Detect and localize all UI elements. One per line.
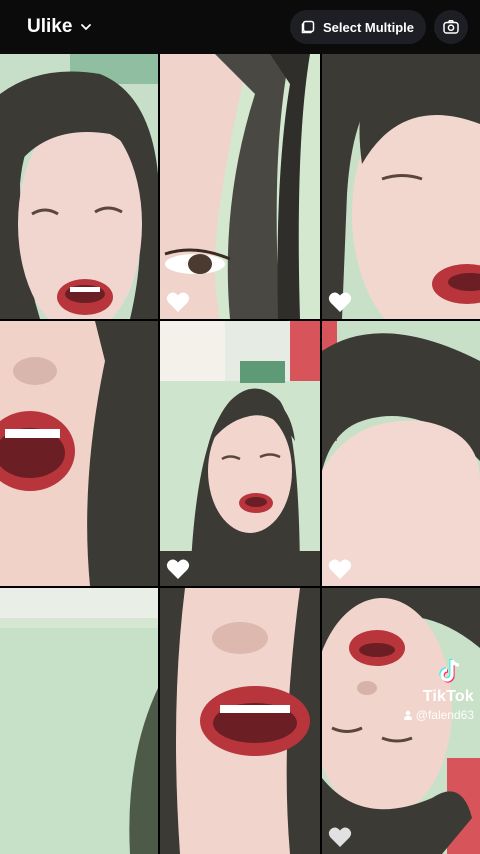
heart-icon[interactable] <box>166 291 190 313</box>
tiktok-logo-icon <box>439 659 460 683</box>
tiktok-watermark: TikTok @falend63 <box>403 656 474 722</box>
heart-icon[interactable] <box>328 826 352 848</box>
watermark-logo-row <box>436 656 474 686</box>
photo-grid: TikTok @falend63 <box>0 54 480 854</box>
thumbnail-image <box>322 321 480 586</box>
thumbnail-image <box>160 588 320 854</box>
grid-tile[interactable] <box>160 321 320 586</box>
grid-tile[interactable] <box>0 54 158 319</box>
album-title: Ulike <box>27 16 73 37</box>
grid-tile[interactable] <box>0 588 158 854</box>
grid-tile[interactable] <box>322 321 480 586</box>
app-root: Ulike Select Multiple TikTok @falend63 <box>0 0 480 854</box>
grid-tile[interactable] <box>160 54 320 319</box>
heart-icon[interactable] <box>166 558 190 580</box>
thumbnail-image <box>160 321 320 586</box>
thumbnail-image <box>160 54 320 319</box>
thumbnail-image <box>0 321 158 586</box>
grid-tile[interactable] <box>0 321 158 586</box>
heart-icon[interactable] <box>328 291 352 313</box>
heart-icon[interactable] <box>328 558 352 580</box>
thumbnail-image <box>0 54 158 319</box>
top-actions: Select Multiple <box>289 10 480 44</box>
thumbnail-image <box>0 588 158 854</box>
watermark-handle: @falend63 <box>415 708 474 722</box>
chevron-down-icon <box>81 24 92 30</box>
grid-tile[interactable] <box>160 588 320 854</box>
watermark-handle-row: @falend63 <box>403 708 474 722</box>
watermark-brand: TikTok <box>422 688 474 705</box>
grid-tile[interactable]: TikTok @falend63 <box>322 588 480 854</box>
select-multiple-button[interactable]: Select Multiple <box>289 10 426 44</box>
camera-button[interactable] <box>434 10 468 44</box>
user-icon <box>403 710 412 720</box>
grid-tile[interactable] <box>322 54 480 319</box>
top-bar: Ulike Select Multiple <box>0 0 480 54</box>
camera-icon <box>443 20 459 34</box>
album-selector[interactable]: Ulike <box>0 16 92 38</box>
thumbnail-image <box>322 54 480 319</box>
select-multiple-label: Select Multiple <box>322 19 414 35</box>
select-square-icon <box>301 20 315 34</box>
